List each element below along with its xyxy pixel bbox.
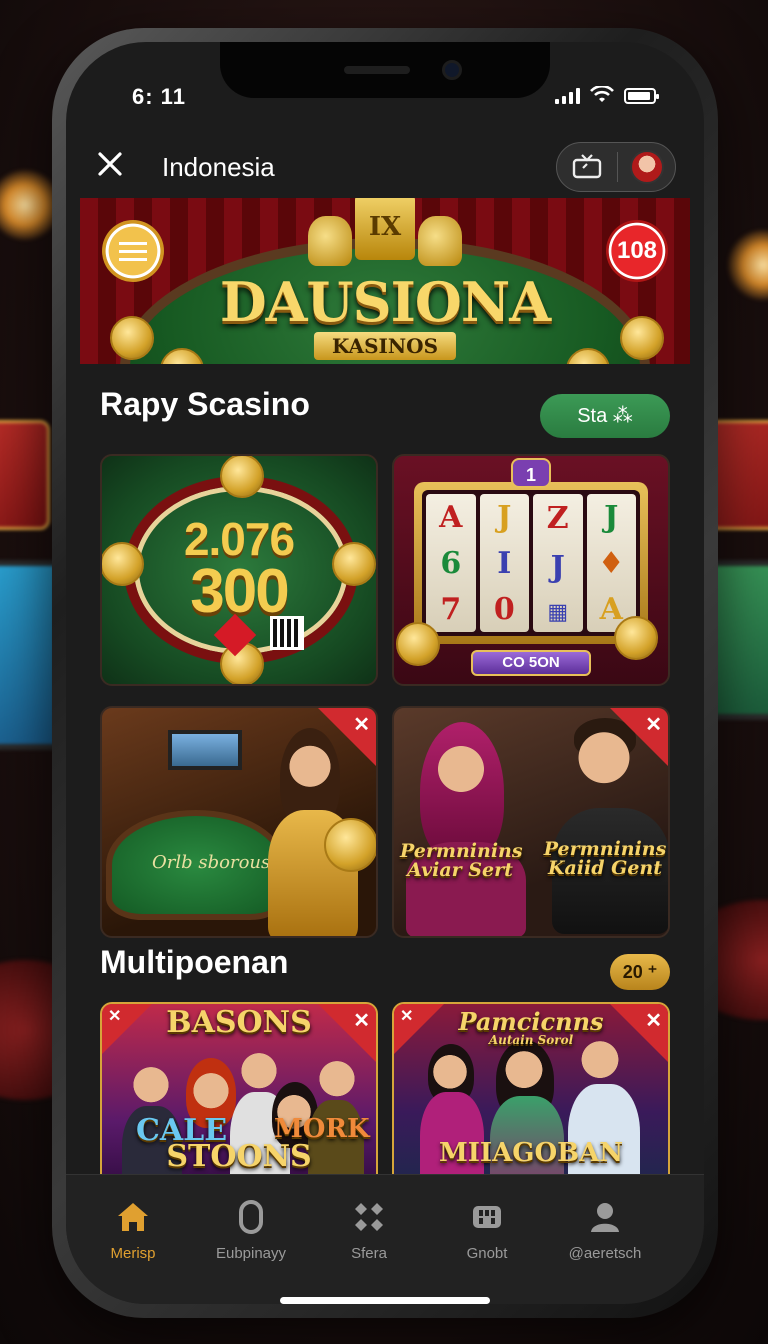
profile-icon [591, 1203, 619, 1232]
jackpot-amount-2: 300 [190, 557, 289, 626]
tag-icon: ✕ [108, 1008, 122, 1025]
slot-reel: A 6 7 [426, 494, 476, 632]
slot-frame: A 6 7 J I 0 Z J ▦ J ♦ A [414, 482, 648, 644]
crown-emblem: IX [355, 198, 415, 260]
nav-label: Eubpinayy [215, 1245, 287, 1262]
tv-icon [572, 154, 602, 179]
nav-item-sfera[interactable]: Sfera [314, 1197, 424, 1262]
tile-caption-right: Permninins Kaiid Gent [543, 838, 667, 879]
nav-item-gnobt[interactable]: Gnobt [432, 1197, 542, 1262]
menu-button[interactable] [102, 220, 164, 282]
status-time: 6: 11 [132, 84, 186, 109]
slot-reel: J ♦ A [586, 494, 636, 632]
slot-reel: Z J ▦ [533, 494, 583, 632]
bottom-nav: Merisp Eubpinayy Sfera Gnobt @aeretsch [66, 1174, 704, 1304]
corner-tag: ✕ [394, 1004, 444, 1054]
tag-icon: ✕ [400, 1008, 414, 1025]
slot-spin-button[interactable]: CO 5ON [471, 650, 591, 676]
close-corner[interactable]: ✕ [318, 708, 376, 766]
reel-symbol: 7 [440, 591, 462, 627]
reel-symbol: J [497, 499, 512, 535]
corner-tag: ✕ [102, 1004, 152, 1054]
nav-label: Sfera [351, 1245, 387, 1262]
nav-item-home[interactable]: Merisp [78, 1197, 188, 1262]
woman-figure [400, 722, 530, 936]
coin-icon [324, 818, 376, 872]
close-corner[interactable]: ✕ [610, 708, 668, 766]
reel-symbol: Z [546, 501, 569, 536]
diamond-grid-icon [355, 1203, 383, 1231]
lion-right-icon [418, 216, 462, 266]
avatar[interactable] [630, 150, 664, 184]
top-bar: Indonesia [66, 134, 704, 196]
tile-sub-bottom: STOONS [166, 1139, 312, 1174]
close-icon: ✕ [353, 714, 370, 736]
page-title: Indonesia [162, 152, 275, 182]
wall-monitor [168, 730, 242, 770]
reel-symbol: A [439, 499, 463, 535]
cast-button[interactable] [557, 142, 617, 192]
reel-symbol: I [497, 545, 512, 581]
coin-icon [220, 456, 264, 498]
section1-action-button[interactable]: Sta ⁂ [540, 394, 670, 438]
phone-frame: 6: 11 Indonesia IX DAUSIONA KASINOS 108 … [52, 28, 718, 1318]
game-tile-basons[interactable]: BASONS CALE MORK STOONS ✕ ✕ [100, 1002, 378, 1202]
game-tile-lady-dealer[interactable]: Orlb sborous ✕ [100, 706, 378, 938]
section-title-1: Rapy Scasino [100, 386, 310, 422]
lion-left-icon [308, 216, 352, 266]
home-indicator[interactable] [280, 1297, 490, 1304]
tile-sub: MIIAGOBAN [438, 1138, 624, 1168]
slot-reels: A 6 7 J I 0 Z J ▦ J ♦ A [422, 490, 640, 636]
brand-subtitle: KASINOS [313, 332, 457, 360]
slot-reel: J I 0 [479, 494, 529, 632]
signal-icon [555, 88, 580, 104]
nav-item-profile[interactable]: @aeretsch [550, 1197, 660, 1262]
status-icons [555, 86, 659, 104]
reel-symbol: ▦ [547, 599, 569, 625]
game-tile-slots[interactable]: A 6 7 J I 0 Z J ▦ J ♦ A 1 CO 5ON [392, 454, 670, 686]
notification-chip[interactable]: 108 [606, 220, 668, 282]
battery-icon [624, 88, 659, 104]
game-tile-couple[interactable]: Permninins Aviar Sert Permninins Kaiid G… [392, 706, 670, 938]
wifi-icon [590, 86, 614, 102]
reel-symbol: A [599, 591, 623, 627]
close-icon: ✕ [645, 1010, 662, 1032]
speaker [344, 66, 410, 74]
reel-symbol: ♦ [597, 545, 625, 581]
nav-label: Merisp [110, 1245, 156, 1262]
section2-count-badge[interactable]: 20 ⁺ [610, 954, 670, 990]
close-corner[interactable]: ✕ [610, 1004, 668, 1062]
reel-symbol: 6 [440, 545, 462, 581]
apps-icon [473, 1206, 501, 1228]
nav-label: @aeretsch [568, 1245, 642, 1262]
close-button[interactable] [88, 144, 132, 188]
chip-icon [239, 1200, 263, 1234]
close-icon [98, 152, 122, 176]
pill-divider [617, 152, 618, 182]
close-corner[interactable]: ✕ [318, 1004, 376, 1062]
coin-icon [614, 616, 658, 660]
hero-banner[interactable]: IX DAUSIONA KASINOS 108 [80, 198, 690, 364]
reel-symbol: 0 [493, 591, 515, 627]
phone-screen: 6: 11 Indonesia IX DAUSIONA KASINOS 108 … [66, 42, 704, 1304]
tile-caption-left: Permninins Aviar Sert [400, 840, 523, 881]
brand-logo: DAUSIONA [219, 270, 551, 334]
section-title-2: Multipoenan [100, 944, 289, 980]
hamburger-icon [119, 249, 147, 253]
close-icon: ✕ [645, 714, 662, 736]
reel-symbol: J [550, 550, 565, 585]
notch [220, 42, 550, 98]
slot-level-badge: 1 [511, 458, 551, 488]
nav-label: Gnobt [466, 1245, 508, 1262]
qr-code-icon [270, 616, 304, 650]
nav-item-chip[interactable]: Eubpinayy [196, 1197, 306, 1262]
reel-symbol: J [604, 499, 619, 535]
coin-icon [396, 622, 440, 666]
header-actions [556, 142, 676, 192]
game-tile-miiagoban[interactable]: Pamcicnns Autain Sorol MIIAGOBAN ✕ ✕ [392, 1002, 670, 1202]
front-camera [442, 60, 462, 80]
close-icon: ✕ [353, 1010, 370, 1032]
home-icon [118, 1203, 148, 1231]
game-tile-jackpot[interactable]: 2.076 300 [100, 454, 378, 686]
